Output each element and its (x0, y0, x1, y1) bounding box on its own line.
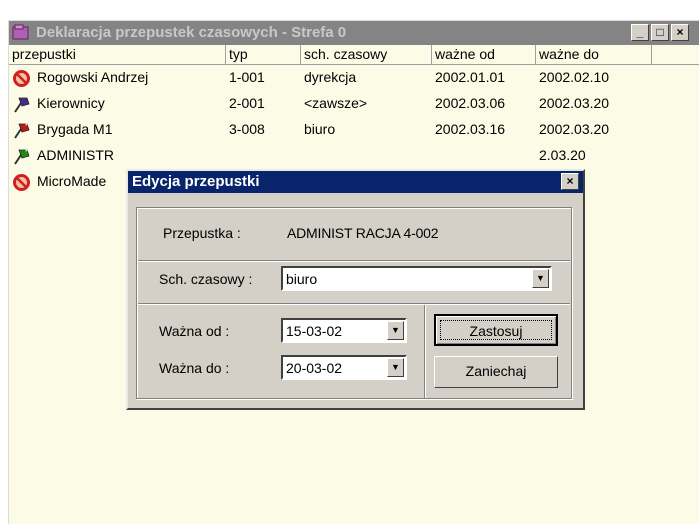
schedule-value: biuro (286, 271, 318, 287)
svg-text:*: * (25, 149, 28, 156)
valid-from-label: Ważna od : (159, 323, 230, 339)
pass-type: 2-001 (229, 95, 265, 111)
list-item[interactable]: * Brygada M1 3-008 biuro 2002.03.16 2002.03.2… (9, 117, 699, 143)
pass-name: ADMINISTR (37, 147, 114, 163)
pass-type: 3-008 (229, 121, 265, 137)
no-entry-person-icon (13, 174, 30, 191)
no-entry-person-icon (13, 70, 30, 87)
dialog-title-bar[interactable]: Edycja przepustki × (128, 171, 583, 193)
valid-to-select[interactable]: 20-03-02 ▼ (281, 355, 407, 380)
pass-valid-to: 2002.02.10 (539, 69, 610, 85)
pass-valid-to: 2.03.20 (539, 147, 586, 163)
pass-schedule: dyrekcja (304, 69, 357, 85)
app-folder-icon (12, 24, 29, 40)
pass-type: 1-001 (229, 69, 265, 85)
chevron-down-icon[interactable]: ▼ (387, 321, 404, 340)
column-header-valid-from[interactable]: ważne od (432, 45, 536, 65)
pass-label: Przepustka : (163, 225, 241, 241)
window-title: Deklaracja przepustek czasowych - Strefa… (36, 24, 347, 41)
pass-name: Kierownicy (37, 95, 105, 111)
vertical-divider (424, 305, 426, 398)
red-pin-star-icon: * (14, 123, 30, 139)
column-header-typ[interactable]: typ (226, 45, 301, 65)
list-header: przepustki typ sch. czasowy ważne od waż… (9, 45, 699, 65)
cancel-button[interactable]: Zaniechaj (434, 356, 558, 388)
apply-button-label: Zastosuj (440, 320, 552, 340)
purple-pin-icon (14, 97, 30, 113)
pass-schedule: biuro (304, 121, 336, 137)
dialog-close-button[interactable]: × (561, 173, 579, 190)
pass-name: Rogowski Andrzej (37, 69, 149, 85)
valid-to-value: 20-03-02 (286, 360, 343, 376)
svg-text:*: * (25, 123, 28, 130)
green-pin-star-icon: * (14, 149, 30, 165)
chevron-down-icon[interactable]: ▼ (532, 269, 549, 288)
list-item[interactable]: Kierownicy 2-001 <zawsze> 2002.03.06 2002.03… (9, 91, 699, 117)
valid-from-value: 15-03-02 (286, 323, 343, 339)
pass-valid-from: 2002.03.06 (435, 95, 506, 111)
pass-valid-from: 2002.03.16 (435, 121, 506, 137)
chevron-down-icon[interactable]: ▼ (387, 358, 404, 377)
pass-schedule: <zawsze> (304, 95, 368, 111)
schedule-select[interactable]: biuro ▼ (281, 266, 552, 291)
minimize-button[interactable]: _ (631, 24, 649, 41)
title-bar[interactable]: Deklaracja przepustek czasowych - Strefa… (9, 21, 699, 45)
list-item[interactable]: Rogowski Andrzej 1-001 dyrekcja 2002.01.01 2… (9, 65, 699, 91)
column-header-valid-to[interactable]: ważne do (536, 45, 652, 65)
pass-valid-from: 2002.01.01 (435, 69, 506, 85)
pass-valid-to: 2002.03.20 (539, 95, 610, 111)
pass-valid-to: 2002.03.20 (539, 121, 610, 137)
pass-value: ADMINIST RACJA 4-002 (287, 225, 439, 241)
apply-button[interactable]: Zastosuj (434, 314, 558, 346)
divider (138, 303, 570, 305)
edit-pass-dialog: Edycja przepustki × Przepustka : ADMINIS… (126, 169, 585, 410)
dialog-title: Edycja przepustki (132, 173, 260, 190)
valid-from-select[interactable]: 15-03-02 ▼ (281, 318, 407, 343)
column-header-przepustki[interactable]: przepustki (9, 45, 226, 65)
close-window-button[interactable]: × (671, 24, 689, 41)
schedule-label: Sch. czasowy : (159, 271, 253, 287)
column-header-schedule[interactable]: sch. czasowy (301, 45, 432, 65)
maximize-button[interactable]: □ (651, 24, 669, 41)
pass-name: Brygada M1 (37, 121, 113, 137)
valid-to-label: Ważna do : (159, 360, 230, 376)
pass-name: MicroMade (37, 173, 107, 189)
list-item[interactable]: * ADMINISTR 2.03.20 (9, 143, 699, 169)
dialog-fields-group: Przepustka : ADMINIST RACJA 4-002 Sch. c… (136, 207, 572, 399)
divider (138, 260, 570, 262)
